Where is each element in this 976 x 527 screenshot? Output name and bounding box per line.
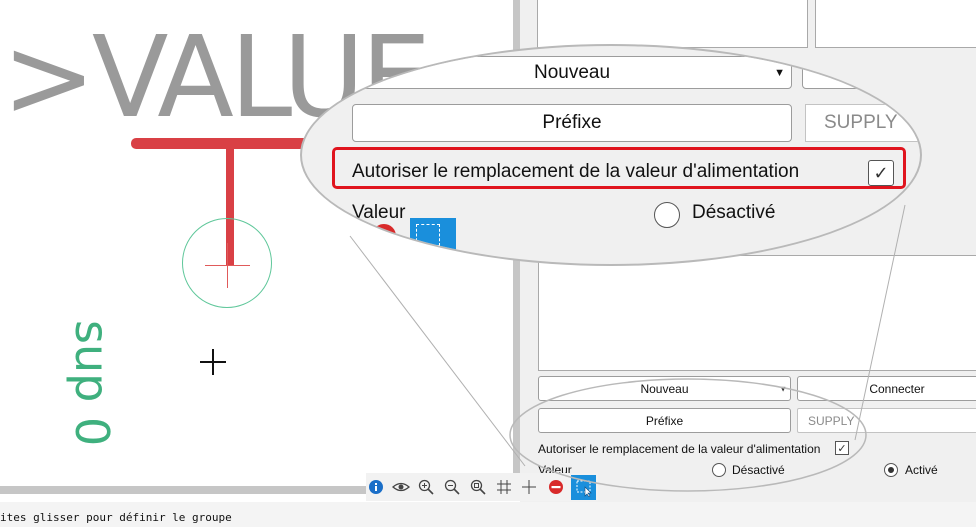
crosshair-cursor-icon-vertical: [212, 349, 214, 375]
highlight-box: [332, 147, 906, 189]
magnified-select-icon: [410, 218, 456, 258]
grid-icon[interactable]: [494, 477, 514, 497]
magnified-prefix-label: Préfixe: [542, 112, 602, 133]
magnified-select-frame: [416, 224, 440, 246]
magnified-type-combobox-value: Nouveau: [533, 61, 611, 83]
eye-icon[interactable]: [391, 477, 411, 497]
radio-on-dot: [888, 467, 894, 473]
supply-net-label: sup 0: [65, 320, 119, 447]
select-icon[interactable]: [571, 475, 596, 500]
type-combobox[interactable]: Nouveau ▼: [538, 376, 791, 401]
magnified-supply-input: SUPPLY: [805, 104, 920, 142]
list-box[interactable]: [538, 255, 976, 371]
connect-button-label: Connecter: [869, 381, 925, 396]
prefix-button-label: Préfixe: [645, 413, 684, 428]
horizontal-scrollbar[interactable]: [0, 486, 366, 494]
radio-on[interactable]: [884, 463, 898, 477]
preview-box-right: [815, 0, 976, 48]
radio-off-label: Désactivé: [732, 463, 785, 477]
preview-box-left: [537, 0, 808, 48]
magnified-type-combobox: Nouveau ▼: [352, 56, 792, 89]
zoom-in-icon[interactable]: [416, 477, 436, 497]
status-bar: ites glisser pour définir le groupe: [0, 502, 976, 527]
magnified-prefix-button: Préfixe: [352, 104, 792, 142]
stop-icon[interactable]: [546, 477, 566, 497]
magnified-radio-off: [654, 202, 680, 228]
magnified-value-label: Valeur: [352, 202, 406, 223]
view-toolbar: [366, 473, 598, 501]
radio-off[interactable]: [712, 463, 726, 477]
allow-override-label: Autoriser le remplacement de la valeur d…: [538, 442, 821, 456]
crosshair-icon[interactable]: [519, 477, 539, 497]
supply-input[interactable]: SUPPLY: [797, 408, 976, 433]
zoom-out-icon[interactable]: [442, 477, 462, 497]
chevron-down-icon: ▼: [779, 384, 787, 393]
anchor-crosshair-vertical: [227, 243, 228, 288]
radio-on-label: Activé: [905, 463, 938, 477]
info-icon[interactable]: [366, 477, 386, 497]
status-message: ites glisser pour définir le groupe: [0, 511, 232, 524]
connect-button[interactable]: Connecter: [797, 376, 976, 401]
magnified-supply-placeholder: SUPPLY: [824, 112, 898, 133]
magnified-radio-off-label: Désactivé: [692, 202, 776, 223]
allow-override-checkbox[interactable]: ✓: [835, 441, 849, 455]
magnified-callout: Nouveau ▼ Préfixe SUPPLY Autoriser le re…: [300, 44, 922, 266]
type-combobox-value: Nouveau: [640, 381, 689, 396]
magnified-chevron-down-icon: ▼: [774, 66, 785, 79]
prefix-button[interactable]: Préfixe: [538, 408, 791, 433]
magnified-stop-icon: [372, 224, 396, 248]
supply-input-placeholder: SUPPLY: [808, 413, 855, 428]
zoom-fit-icon[interactable]: [468, 477, 488, 497]
magnified-connect-button: [802, 56, 920, 89]
